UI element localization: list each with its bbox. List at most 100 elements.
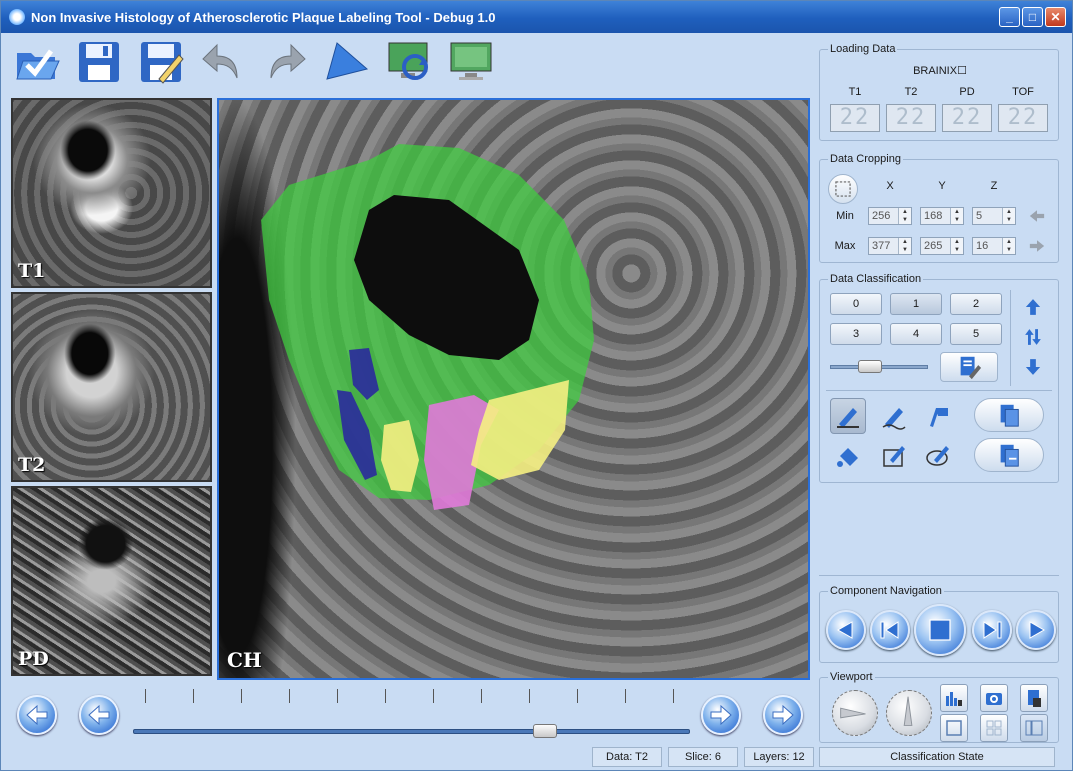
divider	[826, 390, 1052, 391]
thumbnail-pd[interactable]: PD	[11, 486, 212, 676]
channel-label-t2: T2	[904, 86, 918, 98]
layout-split-icon	[1025, 720, 1043, 736]
stop-icon	[929, 619, 951, 641]
title-bar: Non Invasive Histology of Atheroscleroti…	[1, 1, 1072, 33]
maximize-button[interactable]: □	[1022, 7, 1043, 27]
paste-layer-button[interactable]	[974, 438, 1044, 472]
close-button[interactable]: ✕	[1045, 7, 1066, 27]
component-prev-button[interactable]	[870, 610, 910, 650]
view-info-button[interactable]	[1020, 684, 1048, 712]
document-paste-icon	[1000, 444, 1019, 467]
swap-vertical-icon	[1025, 329, 1041, 345]
class-button-3[interactable]: 3	[830, 323, 882, 345]
window-level-dial[interactable]	[832, 690, 878, 736]
play-button[interactable]	[321, 37, 373, 87]
camera-icon	[986, 693, 1002, 705]
document-info-icon	[1028, 690, 1041, 707]
document-copy-icon	[1000, 404, 1019, 427]
layout-split-button[interactable]	[1020, 714, 1048, 742]
component-next-button[interactable]	[972, 610, 1012, 650]
window-controls: _ □ ✕	[999, 7, 1066, 27]
crop-max-y[interactable]: 265 ▲ ▼	[920, 237, 964, 255]
triangle-left-icon	[836, 621, 853, 639]
window-width-dial[interactable]	[886, 690, 932, 736]
fill-tool-button[interactable]	[830, 438, 866, 474]
divider	[819, 575, 1059, 576]
component-stop-button[interactable]	[914, 604, 966, 656]
class-button-2[interactable]: 2	[950, 293, 1002, 315]
edit-region-button[interactable]	[876, 438, 912, 474]
thumbnail-t1[interactable]: T1	[11, 98, 212, 288]
fill-icon	[837, 448, 858, 467]
save-as-button[interactable]	[135, 37, 187, 87]
viewport-group: Viewport	[819, 671, 1059, 743]
crop-max-apply-button[interactable]	[1024, 234, 1050, 258]
first-slice-button[interactable]	[17, 695, 57, 735]
layout-single-button[interactable]	[940, 714, 968, 742]
component-last-button[interactable]	[1016, 610, 1056, 650]
crop-max-z[interactable]: 16 ▲ ▼	[972, 237, 1016, 255]
pen-icon	[837, 408, 859, 428]
move-up-button[interactable]	[1020, 294, 1046, 320]
crop-select-button[interactable]	[828, 174, 858, 204]
channel-label-pd: PD	[959, 86, 975, 98]
copy-layer-button[interactable]	[974, 398, 1044, 432]
class-button-0[interactable]: 0	[830, 293, 882, 315]
slice-navigation	[11, 689, 811, 749]
step-forward-icon	[983, 621, 1002, 639]
status-layers: Layers: 12	[744, 747, 814, 767]
slice-slider-thumb[interactable]	[533, 724, 558, 738]
component-navigation-group: Component Navigation	[819, 585, 1059, 663]
crop-min-apply-button[interactable]	[1024, 204, 1050, 228]
layout-grid-icon	[986, 720, 1002, 736]
crop-max-x[interactable]: 377 ▲ ▼	[868, 237, 912, 255]
crop-min-z[interactable]: 5 ▲ ▼	[972, 207, 1016, 225]
move-down-button[interactable]	[1020, 354, 1046, 380]
thumbnail-t2[interactable]: T2	[11, 292, 212, 482]
last-slice-button[interactable]	[763, 695, 803, 735]
brush-size-thumb[interactable]	[858, 360, 882, 373]
arrow-right-icon	[1029, 240, 1045, 252]
undo-icon	[202, 43, 238, 79]
dial-needle-icon	[903, 696, 913, 726]
main-image-view[interactable]: CH	[217, 98, 810, 680]
channel-label-tof: TOF	[1012, 86, 1034, 98]
undo-button[interactable]	[197, 37, 249, 87]
eraser-icon	[926, 446, 949, 466]
brush-tool-button[interactable]	[920, 398, 956, 434]
crop-min-y[interactable]: 168 ▲ ▼	[920, 207, 964, 225]
redo-button[interactable]	[259, 37, 311, 87]
status-slice: Slice: 6	[668, 747, 738, 767]
open-button[interactable]	[11, 37, 63, 87]
pen-tool-button[interactable]	[830, 398, 866, 434]
segmentation-overlay	[261, 144, 594, 510]
open-icon	[16, 49, 60, 80]
eraser-tool-button[interactable]	[920, 438, 956, 474]
crop-min-x[interactable]: 256 ▲ ▼	[868, 207, 912, 225]
layout-grid-button[interactable]	[980, 714, 1008, 742]
prev-slice-button[interactable]	[79, 695, 119, 735]
channel-label-t1: T1	[848, 86, 862, 98]
arrow-left-icon	[88, 704, 110, 726]
minimize-button[interactable]: _	[999, 7, 1020, 27]
layout-single-icon	[946, 720, 962, 736]
crop-select-icon	[835, 181, 851, 197]
class-apply-button[interactable]	[940, 352, 998, 382]
group-title: Data Classification	[828, 273, 924, 285]
class-button-5[interactable]: 5	[950, 323, 1002, 345]
view-screenshot-button[interactable]	[980, 684, 1008, 712]
save-button[interactable]	[73, 37, 125, 87]
pen-draw-button[interactable]	[876, 398, 912, 434]
next-slice-button[interactable]	[701, 695, 741, 735]
slice-slider-track[interactable]	[133, 729, 690, 734]
class-button-1[interactable]: 1	[890, 293, 942, 315]
refresh-display-button[interactable]	[383, 37, 435, 87]
monitor-button[interactable]	[445, 37, 497, 87]
view-histogram-button[interactable]	[940, 684, 968, 712]
class-button-4[interactable]: 4	[890, 323, 942, 345]
app-window: Non Invasive Histology of Atheroscleroti…	[0, 0, 1073, 771]
axis-label-x: X	[886, 180, 894, 192]
component-first-button[interactable]	[826, 610, 866, 650]
swap-button[interactable]	[1020, 324, 1046, 350]
group-title: Component Navigation	[828, 585, 944, 597]
